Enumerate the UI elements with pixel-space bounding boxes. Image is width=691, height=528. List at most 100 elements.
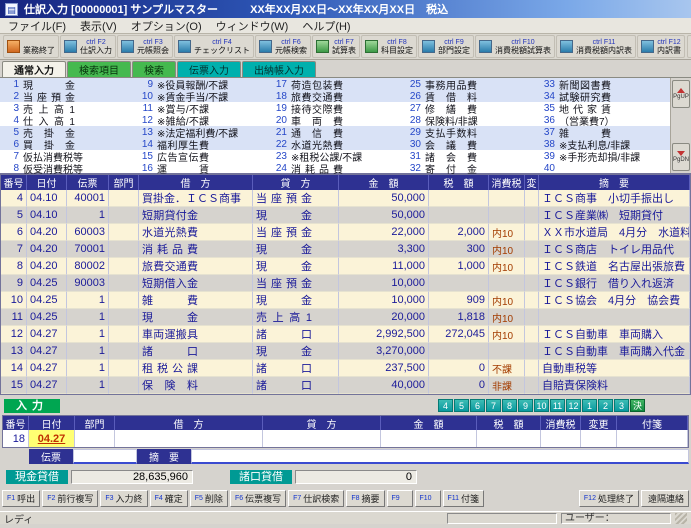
journal-row[interactable]: 14 04.27 1 租税公課 諸口 237,500 0 不課 自動車税等 [1, 360, 690, 377]
entry-taxclass-field[interactable] [541, 430, 581, 447]
journal-row[interactable]: 5 04.10 1 短期貸付金 現金 50,000 ＩＣＳ産業㈱ 短期貸付 [1, 207, 690, 224]
month-page-button[interactable]: 10 [534, 399, 549, 412]
account-item[interactable]: 33 新聞図書費 [536, 78, 670, 90]
account-item[interactable]: 6 買掛金 [0, 138, 134, 150]
account-item[interactable]: 28 保険料/非課 [402, 114, 536, 126]
toolbar-button[interactable]: ctrl F7 試算表 [312, 35, 360, 58]
toolbar-button[interactable]: ctrl F8 科目設定 [361, 35, 417, 58]
journal-row[interactable]: 13 04.27 1 諸口 現金 3,270,000 ＩＣＳ自動車 車両購入代金 [1, 343, 690, 360]
account-item[interactable]: 24 消耗品費 [268, 162, 402, 174]
account-item[interactable]: 8 仮受消費税等 [0, 162, 134, 174]
function-key-button[interactable]: F1 呼出 [2, 490, 40, 507]
function-key-button[interactable]: F5 削除 [190, 490, 228, 507]
toolbar-button[interactable]: ctrl F9 部門設定 [418, 35, 474, 58]
account-item[interactable]: 16 運賃 [134, 162, 268, 174]
entry-change-field[interactable] [581, 430, 617, 447]
month-page-button[interactable]: 3 [614, 399, 629, 412]
function-key-button[interactable]: 遠隔連絡 [641, 490, 689, 507]
journal-row[interactable]: 8 04.20 80002 旅費交通費 現金 11,000 1,000 内10 … [1, 258, 690, 275]
account-item[interactable]: 31 諸会費 [402, 150, 536, 162]
account-item[interactable]: 30 会議費 [402, 138, 536, 150]
function-key-button[interactable]: F8 摘要 [346, 490, 384, 507]
account-item[interactable]: 20 車両費 [268, 114, 402, 126]
entry-tax-field[interactable] [477, 430, 541, 447]
entry-credit-field[interactable] [263, 430, 381, 447]
journal-row[interactable]: 9 04.25 90003 短期借入金 当座預金 10,000 ＩＣＳ銀行 借り… [1, 275, 690, 292]
tab-normal-input[interactable]: 通常入力 [2, 61, 66, 77]
function-key-button[interactable]: F12 処理終了 [579, 490, 639, 507]
account-item[interactable]: 21 通信費 [268, 126, 402, 138]
month-page-button[interactable]: 9 [518, 399, 533, 412]
account-item[interactable]: 37 雑費 [536, 126, 670, 138]
month-page-button[interactable]: 8 [502, 399, 517, 412]
account-item[interactable]: 2 当座預金 [0, 90, 134, 102]
month-page-button[interactable]: 7 [486, 399, 501, 412]
menu-item[interactable]: ウィンドウ(W) [216, 18, 289, 34]
journal-row[interactable]: 6 04.20 60003 水道光熱費 当座預金 22,000 2,000 内1… [1, 224, 690, 241]
function-key-button[interactable]: F2 前行複写 [42, 490, 98, 507]
entry-date-field[interactable]: 04.27 [29, 430, 75, 447]
toolbar-button[interactable]: ctrl F2 仕訳入力 [60, 35, 116, 58]
journal-row[interactable]: 12 04.27 1 車両運搬具 諸口 2,992,500 272,045 内1… [1, 326, 690, 343]
account-item[interactable]: 13 ※法定福利費/不課 [134, 126, 268, 138]
account-item[interactable]: 36 （営業費7） [536, 114, 670, 126]
account-item[interactable]: 27 修繕費 [402, 102, 536, 114]
page-down-button[interactable]: PgDN [672, 143, 690, 171]
toolbar-button[interactable]: ctrl F3 元帳照会 [117, 35, 173, 58]
menu-item[interactable]: オプション(O) [131, 18, 202, 34]
function-key-button[interactable]: F10 [415, 490, 441, 507]
account-item[interactable]: 19 接待交際費 [268, 102, 402, 114]
account-item[interactable]: 9 ※役員報酬/不課 [134, 78, 268, 90]
account-item[interactable]: 32 寄付金 [402, 162, 536, 174]
function-key-button[interactable]: F3 入力終 [100, 490, 147, 507]
account-item[interactable]: 39 ※手形売却損/非課 [536, 150, 670, 162]
month-page-button[interactable]: 5 [454, 399, 469, 412]
page-up-button[interactable]: PgUP [672, 80, 690, 108]
journal-row[interactable]: 10 04.25 1 雑費 現金 10,000 909 内10 ＩＣＳ協会 4月… [1, 292, 690, 309]
voucher-field[interactable] [73, 449, 137, 464]
toolbar-button[interactable]: ctrl F6 元帳検索 [255, 35, 311, 58]
tab-cashbook-input[interactable]: 出納帳入力 [242, 61, 316, 77]
account-item[interactable]: 23 ※租税公課/不課 [268, 150, 402, 162]
tab-search-items[interactable]: 検索項目 [67, 61, 131, 77]
account-item[interactable]: 4 仕入高1 [0, 114, 134, 126]
month-page-button[interactable]: 1 [582, 399, 597, 412]
month-page-button[interactable]: 4 [438, 399, 453, 412]
function-key-button[interactable]: F4 確定 [150, 490, 188, 507]
toolbar-button[interactable]: 業務終了 [3, 35, 59, 58]
account-item[interactable]: 26 賃借料 [402, 90, 536, 102]
entry-debit-field[interactable] [115, 430, 263, 447]
account-item[interactable]: 1 現金 [0, 78, 134, 90]
account-item[interactable]: 35 地代家賃 [536, 102, 670, 114]
toolbar-button[interactable]: ctrl F12 内訳書 [637, 35, 685, 58]
journal-row[interactable]: 15 04.27 1 保険料 諸口 40,000 0 非課 自賠責保険料 [1, 377, 690, 394]
company-select-button[interactable]: 会社選択 [687, 35, 691, 58]
account-item[interactable]: 12 ※雑給/不課 [134, 114, 268, 126]
menu-item[interactable]: ヘルプ(H) [302, 18, 350, 34]
month-page-button[interactable]: 決 [630, 399, 645, 412]
month-page-button[interactable]: 6 [470, 399, 485, 412]
account-item[interactable]: 7 仮払消費税等 [0, 150, 134, 162]
month-page-button[interactable]: 12 [566, 399, 581, 412]
account-item[interactable]: 29 支払手数料 [402, 126, 536, 138]
account-item[interactable]: 22 水道光熱費 [268, 138, 402, 150]
account-item[interactable]: 11 ※賞与/不課 [134, 102, 268, 114]
account-item[interactable]: 10 ※賃金手当/不課 [134, 90, 268, 102]
account-item[interactable]: 38 ※支払利息/非課 [536, 138, 670, 150]
account-item[interactable]: 3 売上高1 [0, 102, 134, 114]
month-page-button[interactable]: 2 [598, 399, 613, 412]
memo-field[interactable] [191, 449, 689, 464]
account-item[interactable]: 18 旅費交通費 [268, 90, 402, 102]
toolbar-button[interactable]: ctrl F4 チェックリスト [174, 35, 254, 58]
function-key-button[interactable]: F7 仕訳検索 [288, 490, 344, 507]
journal-row[interactable]: 4 04.10 40001 買掛金．ＩＣＳ商事 当座預金 50,000 ＩＣＳ商… [1, 190, 690, 207]
tab-search[interactable]: 検索 [132, 61, 176, 77]
entry-fusen-field[interactable] [617, 430, 688, 447]
journal-row[interactable]: 7 04.20 70001 消耗品費 現金 3,300 300 内10 ＩＣＳ商… [1, 241, 690, 258]
tab-voucher-input[interactable]: 伝票入力 [177, 61, 241, 77]
toolbar-button[interactable]: ctrl F10 消費税額試算表 [475, 35, 555, 58]
function-key-button[interactable]: F9 [387, 490, 413, 507]
toolbar-button[interactable]: ctrl F11 消費税額内訳表 [556, 35, 636, 58]
account-item[interactable]: 5 売掛金 [0, 126, 134, 138]
entry-department-field[interactable] [75, 430, 115, 447]
